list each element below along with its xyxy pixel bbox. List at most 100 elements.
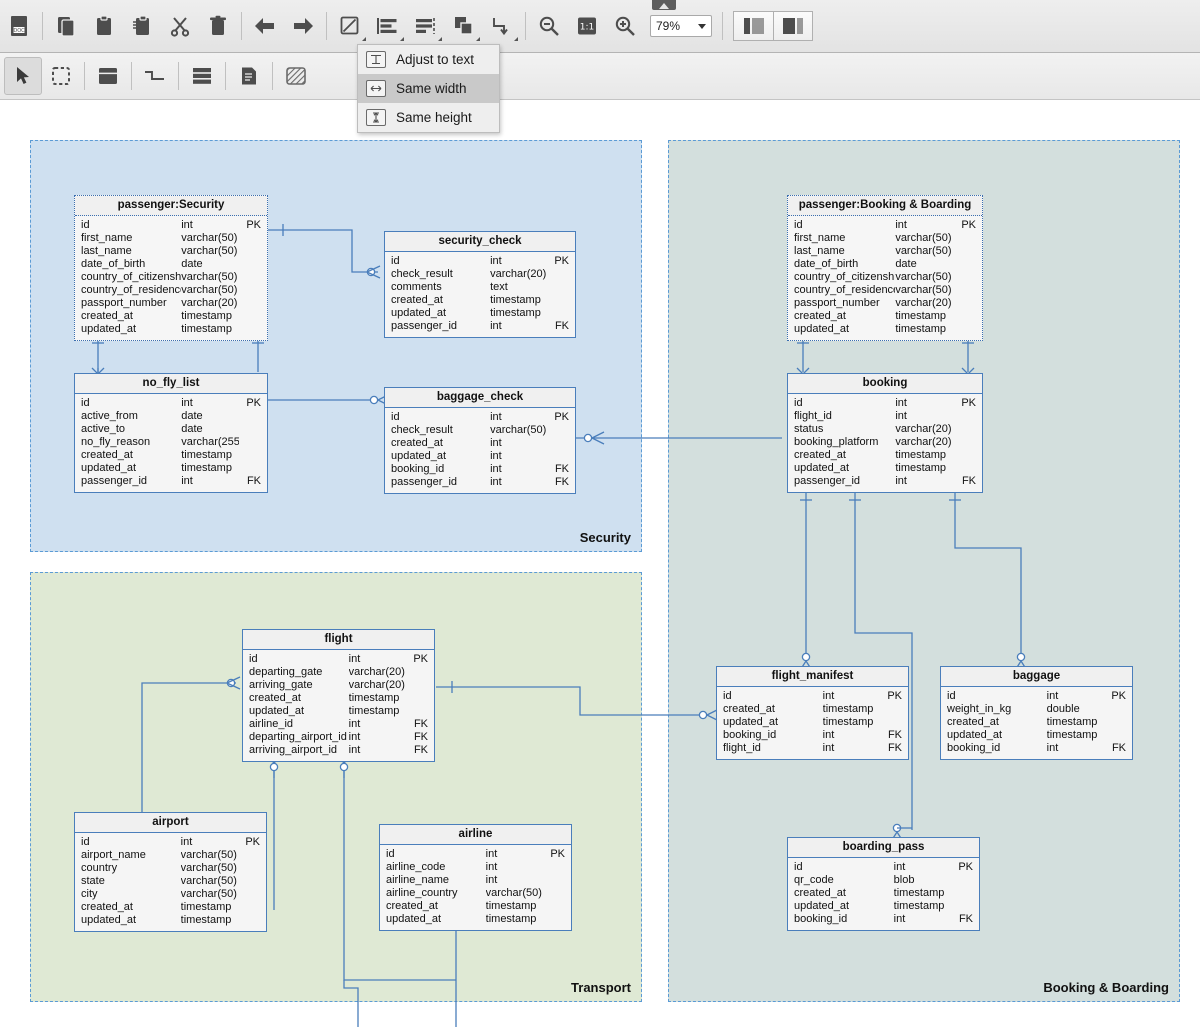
align-left-icon[interactable] [369,7,407,45]
show-left-pane-button[interactable] [733,11,773,41]
entity-table-passenger-security[interactable]: passenger:Security id int PK first_name varc… [74,195,268,341]
column-name: check_result [391,424,453,436]
menu-item-same-height[interactable]: Same height [358,103,499,132]
menu-item-same-width[interactable]: Same width [358,74,499,103]
table-column-row: id int PK [717,690,908,703]
column-name: airline_id [249,718,294,730]
column-key: PK [554,255,569,267]
column-type: timestamp [1046,729,1098,741]
table-column-row: updated_at timestamp [788,462,982,475]
column-name: booking_id [794,913,848,925]
column-name: departing_airport_id [249,731,347,743]
column-type: varchar(50) [181,245,238,257]
table-column-row: comments text [385,281,575,294]
zoom-actual-icon[interactable]: 1:1 [568,7,606,45]
note-shape-icon[interactable] [230,57,268,95]
column-name: booking_id [723,729,777,741]
column-key [953,297,976,310]
entity-table-no-fly-list[interactable]: no_fly_list id int PK active_from date active… [74,373,268,493]
entity-table-baggage-check[interactable]: baggage_check id int PK check_result varchar… [384,387,576,494]
column-type: int [490,411,502,423]
column-name: state [81,875,105,887]
entity-table-airline[interactable]: airline id int PK airline_code int airline_na… [379,824,572,931]
entity-table-passenger-booking-boarding[interactable]: passenger:Booking & Boarding id int PK firs… [787,195,983,341]
distribute-icon[interactable] [407,7,445,45]
column-name: id [794,397,803,409]
relationship-line-icon[interactable] [136,57,174,95]
copy-icon[interactable] [47,7,85,45]
delete-trash-icon[interactable] [199,7,237,45]
column-type: int [895,397,907,409]
column-type: int [1046,742,1059,754]
column-key: PK [246,397,261,409]
column-name: created_at [794,310,846,322]
table-title: airport [75,813,266,833]
align-dropdown-menu[interactable]: Adjust to text Same width Same height [357,44,500,133]
line-style-icon[interactable] [331,7,369,45]
undo-arrow-icon[interactable] [246,7,284,45]
table-column-row: no_fly_reason varchar(255) [75,436,267,449]
table-column-row: created_at timestamp [243,692,434,705]
column-key [951,900,973,913]
arrange-order-icon[interactable] [445,7,483,45]
table-column-row: booking_id int FK [788,913,979,926]
column-type: timestamp [822,703,874,715]
zoom-out-icon[interactable] [530,7,568,45]
entity-table-boarding-pass[interactable]: boarding_pass id int PK qr_code blob created_… [787,837,980,931]
column-key: FK [554,476,569,488]
entity-table-airport[interactable]: airport id int PK airport_name varchar(50) co… [74,812,267,932]
entity-table-flight-manifest[interactable]: flight_manifest id int PK created_at timesta… [716,666,909,760]
show-right-pane-button[interactable] [773,11,813,41]
new-document-icon[interactable]: DOC [0,7,38,45]
column-key [953,245,976,258]
table-shape-icon[interactable] [183,57,221,95]
region-shape-icon[interactable] [277,57,315,95]
pointer-select-icon[interactable] [4,57,42,95]
zoom-level-select[interactable]: 79% [650,15,712,37]
column-key [239,423,261,436]
column-type: int [490,450,502,462]
zoom-in-icon[interactable] [606,7,644,45]
table-title: flight [243,630,434,650]
column-name: created_at [391,437,443,449]
table-column-row: first_name varchar(50) [788,232,982,245]
column-key: FK [413,718,428,730]
column-type: varchar(20) [348,666,405,678]
entity-table-flight[interactable]: flight id int PK departing_gate varchar(20) a… [242,629,435,762]
column-key: PK [413,653,428,665]
table-column-row: date_of_birth date [788,258,982,271]
column-type: int [485,874,498,886]
column-name: updated_at [391,450,447,462]
table-column-row: id int PK [385,411,575,424]
paste-icon[interactable] [85,7,123,45]
table-column-row: created_at timestamp [788,449,982,462]
redo-arrow-icon[interactable] [284,7,322,45]
table-column-row: created_at timestamp [788,310,982,323]
marquee-select-icon[interactable] [42,57,80,95]
table-column-row: arriving_airport_id int FK [243,744,434,757]
column-name: booking_id [391,463,445,475]
column-key: PK [961,397,976,409]
table-title: passenger:Security [75,196,267,216]
column-name: status [794,423,824,435]
entity-table-security-check[interactable]: security_check id int PK check_result varcha… [384,231,576,338]
menu-item-adjust-to-text[interactable]: Adjust to text [358,45,499,74]
same-width-icon [366,80,386,97]
route-style-icon[interactable] [483,7,521,45]
column-name: created_at [391,294,443,306]
entity-table-baggage[interactable]: baggage id int PK weight_in_kg double created… [940,666,1133,760]
entity-table-booking[interactable]: booking id int PK flight_id int status varchar… [787,373,983,493]
column-name: airline_name [386,874,449,886]
paste-special-icon[interactable] [123,7,161,45]
column-key [543,900,565,913]
table-column-row: updated_at timestamp [75,914,266,927]
column-name: created_at [81,901,133,913]
column-key: FK [554,463,569,475]
column-type: int [485,848,498,860]
column-key [238,849,260,862]
diagram-canvas[interactable]: Security Transport Booking & Boarding pa… [0,100,1200,1027]
cut-scissors-icon[interactable] [161,7,199,45]
collapse-toolbar-tab[interactable] [652,0,676,10]
column-type: date [181,258,203,270]
entity-shape-icon[interactable] [89,57,127,95]
